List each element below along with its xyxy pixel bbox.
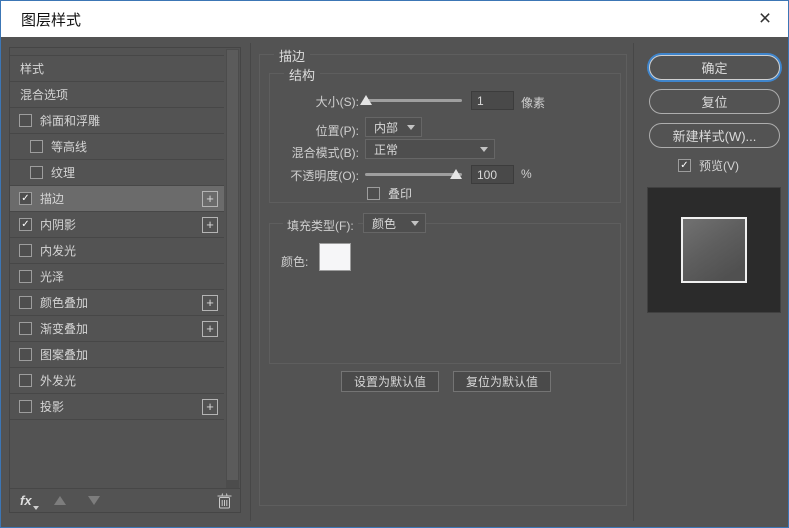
inner-shadow-checkbox[interactable]: ✓	[19, 218, 32, 231]
drop-shadow-checkbox[interactable]: ✓	[19, 400, 32, 413]
structure-legend: 结构	[284, 65, 321, 84]
sidebar-item-contour[interactable]: ✓ 等高线	[10, 134, 224, 160]
color-label: 颜色:	[281, 255, 309, 269]
inner-glow-checkbox[interactable]: ✓	[19, 244, 32, 257]
opacity-slider-thumb[interactable]	[450, 169, 462, 179]
set-default-button[interactable]: 设置为默认值	[341, 371, 439, 392]
texture-checkbox[interactable]: ✓	[30, 166, 43, 179]
chevron-down-icon	[411, 220, 419, 226]
blend-mode-label: 混合模式(B):	[291, 146, 359, 160]
fill-type-dropdown[interactable]: 颜色	[363, 213, 426, 233]
dialog-title: 图层样式	[21, 11, 82, 29]
fx-dropdown-icon	[32, 506, 39, 510]
size-slider-thumb[interactable]	[360, 95, 372, 105]
stroke-panel-title: 描边	[274, 46, 311, 65]
reset-button[interactable]: 复位	[649, 89, 780, 114]
sidebar-item-pattern-overlay[interactable]: ✓ 图案叠加	[10, 342, 224, 368]
stroke-checkbox[interactable]: ✓	[19, 192, 32, 205]
sidebar-item-outer-glow[interactable]: ✓ 外发光	[10, 368, 224, 394]
dialog-content: 样式 混合选项 ✓ 斜面和浮雕 ✓ 等高线 ✓ 纹理 ✓	[1, 37, 788, 527]
color-overlay-add-icon[interactable]: +	[202, 294, 218, 311]
bevel-emboss-checkbox[interactable]: ✓	[19, 114, 32, 127]
gradient-overlay-add-icon[interactable]: +	[202, 320, 218, 337]
size-label: 大小(S):	[315, 95, 359, 109]
preview-label: 预览(V)	[699, 159, 739, 173]
sidebar-item-satin[interactable]: ✓ 光泽	[10, 264, 224, 290]
size-input[interactable]: 1	[471, 91, 514, 110]
stroke-color-swatch[interactable]	[319, 243, 351, 271]
sidebar-scrollbar[interactable]	[226, 49, 239, 488]
close-icon[interactable]: ×	[742, 1, 788, 36]
opacity-slider[interactable]	[365, 169, 462, 179]
outer-glow-checkbox[interactable]: ✓	[19, 374, 32, 387]
move-up-icon[interactable]	[53, 496, 66, 505]
opacity-label: 不透明度(O):	[290, 169, 359, 183]
color-overlay-checkbox[interactable]: ✓	[19, 296, 32, 309]
trash-icon	[217, 492, 232, 508]
position-label: 位置(P):	[315, 124, 359, 138]
inner-shadow-add-icon[interactable]: +	[202, 216, 218, 233]
chevron-down-icon	[407, 124, 415, 130]
sidebar-item-gradient-overlay[interactable]: ✓ 渐变叠加 +	[10, 316, 224, 342]
blend-mode-dropdown[interactable]: 正常	[365, 139, 495, 159]
sidebar-item-color-overlay[interactable]: ✓ 颜色叠加 +	[10, 290, 224, 316]
sidebar-item-styles[interactable]: 样式	[10, 56, 224, 82]
overprint-row: ✓ 叠印	[367, 185, 412, 202]
pattern-overlay-checkbox[interactable]: ✓	[19, 348, 32, 361]
sidebar-item-inner-shadow[interactable]: ✓ 内阴影 +	[10, 212, 224, 238]
titlebar: 图层样式 ×	[1, 1, 788, 37]
stroke-add-icon[interactable]: +	[202, 190, 218, 207]
drop-shadow-add-icon[interactable]: +	[202, 398, 218, 415]
scrollbar-thumb[interactable]	[227, 50, 238, 481]
position-dropdown[interactable]: 内部	[365, 117, 422, 137]
sidebar-footer: fx	[10, 488, 240, 512]
overprint-checkbox[interactable]: ✓	[367, 187, 380, 200]
style-preview-thumbnail	[647, 187, 781, 313]
styles-sidebar: 样式 混合选项 ✓ 斜面和浮雕 ✓ 等高线 ✓ 纹理 ✓	[9, 47, 241, 513]
size-slider[interactable]	[360, 95, 462, 105]
delete-effect-button[interactable]	[217, 492, 232, 509]
preview-row: ✓ 预览(V)	[678, 157, 739, 174]
fill-type-label: 填充类型(F):	[283, 217, 358, 234]
sidebar-item-blending-options[interactable]: 混合选项	[10, 82, 224, 108]
ok-button[interactable]: 确定	[649, 55, 780, 80]
opacity-input[interactable]: 100	[471, 165, 514, 184]
layer-style-dialog: 图层样式 × 样式 混合选项 ✓ 斜面和浮雕 ✓ 等高线	[0, 0, 789, 528]
divider-sidebar-main	[250, 43, 251, 521]
fx-menu-button[interactable]: fx	[20, 493, 39, 510]
new-style-button[interactable]: 新建样式(W)...	[649, 123, 780, 148]
sidebar-item-inner-glow[interactable]: ✓ 内发光	[10, 238, 224, 264]
move-down-icon[interactable]	[87, 496, 100, 505]
sidebar-item-texture[interactable]: ✓ 纹理	[10, 160, 224, 186]
reset-default-button[interactable]: 复位为默认值	[453, 371, 551, 392]
sidebar-item-stroke[interactable]: ✓ 描边 +	[10, 186, 224, 212]
contour-checkbox[interactable]: ✓	[30, 140, 43, 153]
chevron-down-icon	[480, 146, 488, 152]
styles-list: 样式 混合选项 ✓ 斜面和浮雕 ✓ 等高线 ✓ 纹理 ✓	[10, 55, 224, 420]
preview-checkbox[interactable]: ✓	[678, 159, 691, 172]
opacity-unit: %	[521, 167, 532, 181]
sidebar-item-bevel-emboss[interactable]: ✓ 斜面和浮雕	[10, 108, 224, 134]
overprint-label: 叠印	[388, 187, 413, 201]
size-unit: 像素	[521, 96, 546, 110]
divider-main-actions	[633, 43, 634, 521]
preview-stroke-sample	[681, 217, 747, 283]
sidebar-item-drop-shadow[interactable]: ✓ 投影 +	[10, 394, 224, 420]
gradient-overlay-checkbox[interactable]: ✓	[19, 322, 32, 335]
satin-checkbox[interactable]: ✓	[19, 270, 32, 283]
